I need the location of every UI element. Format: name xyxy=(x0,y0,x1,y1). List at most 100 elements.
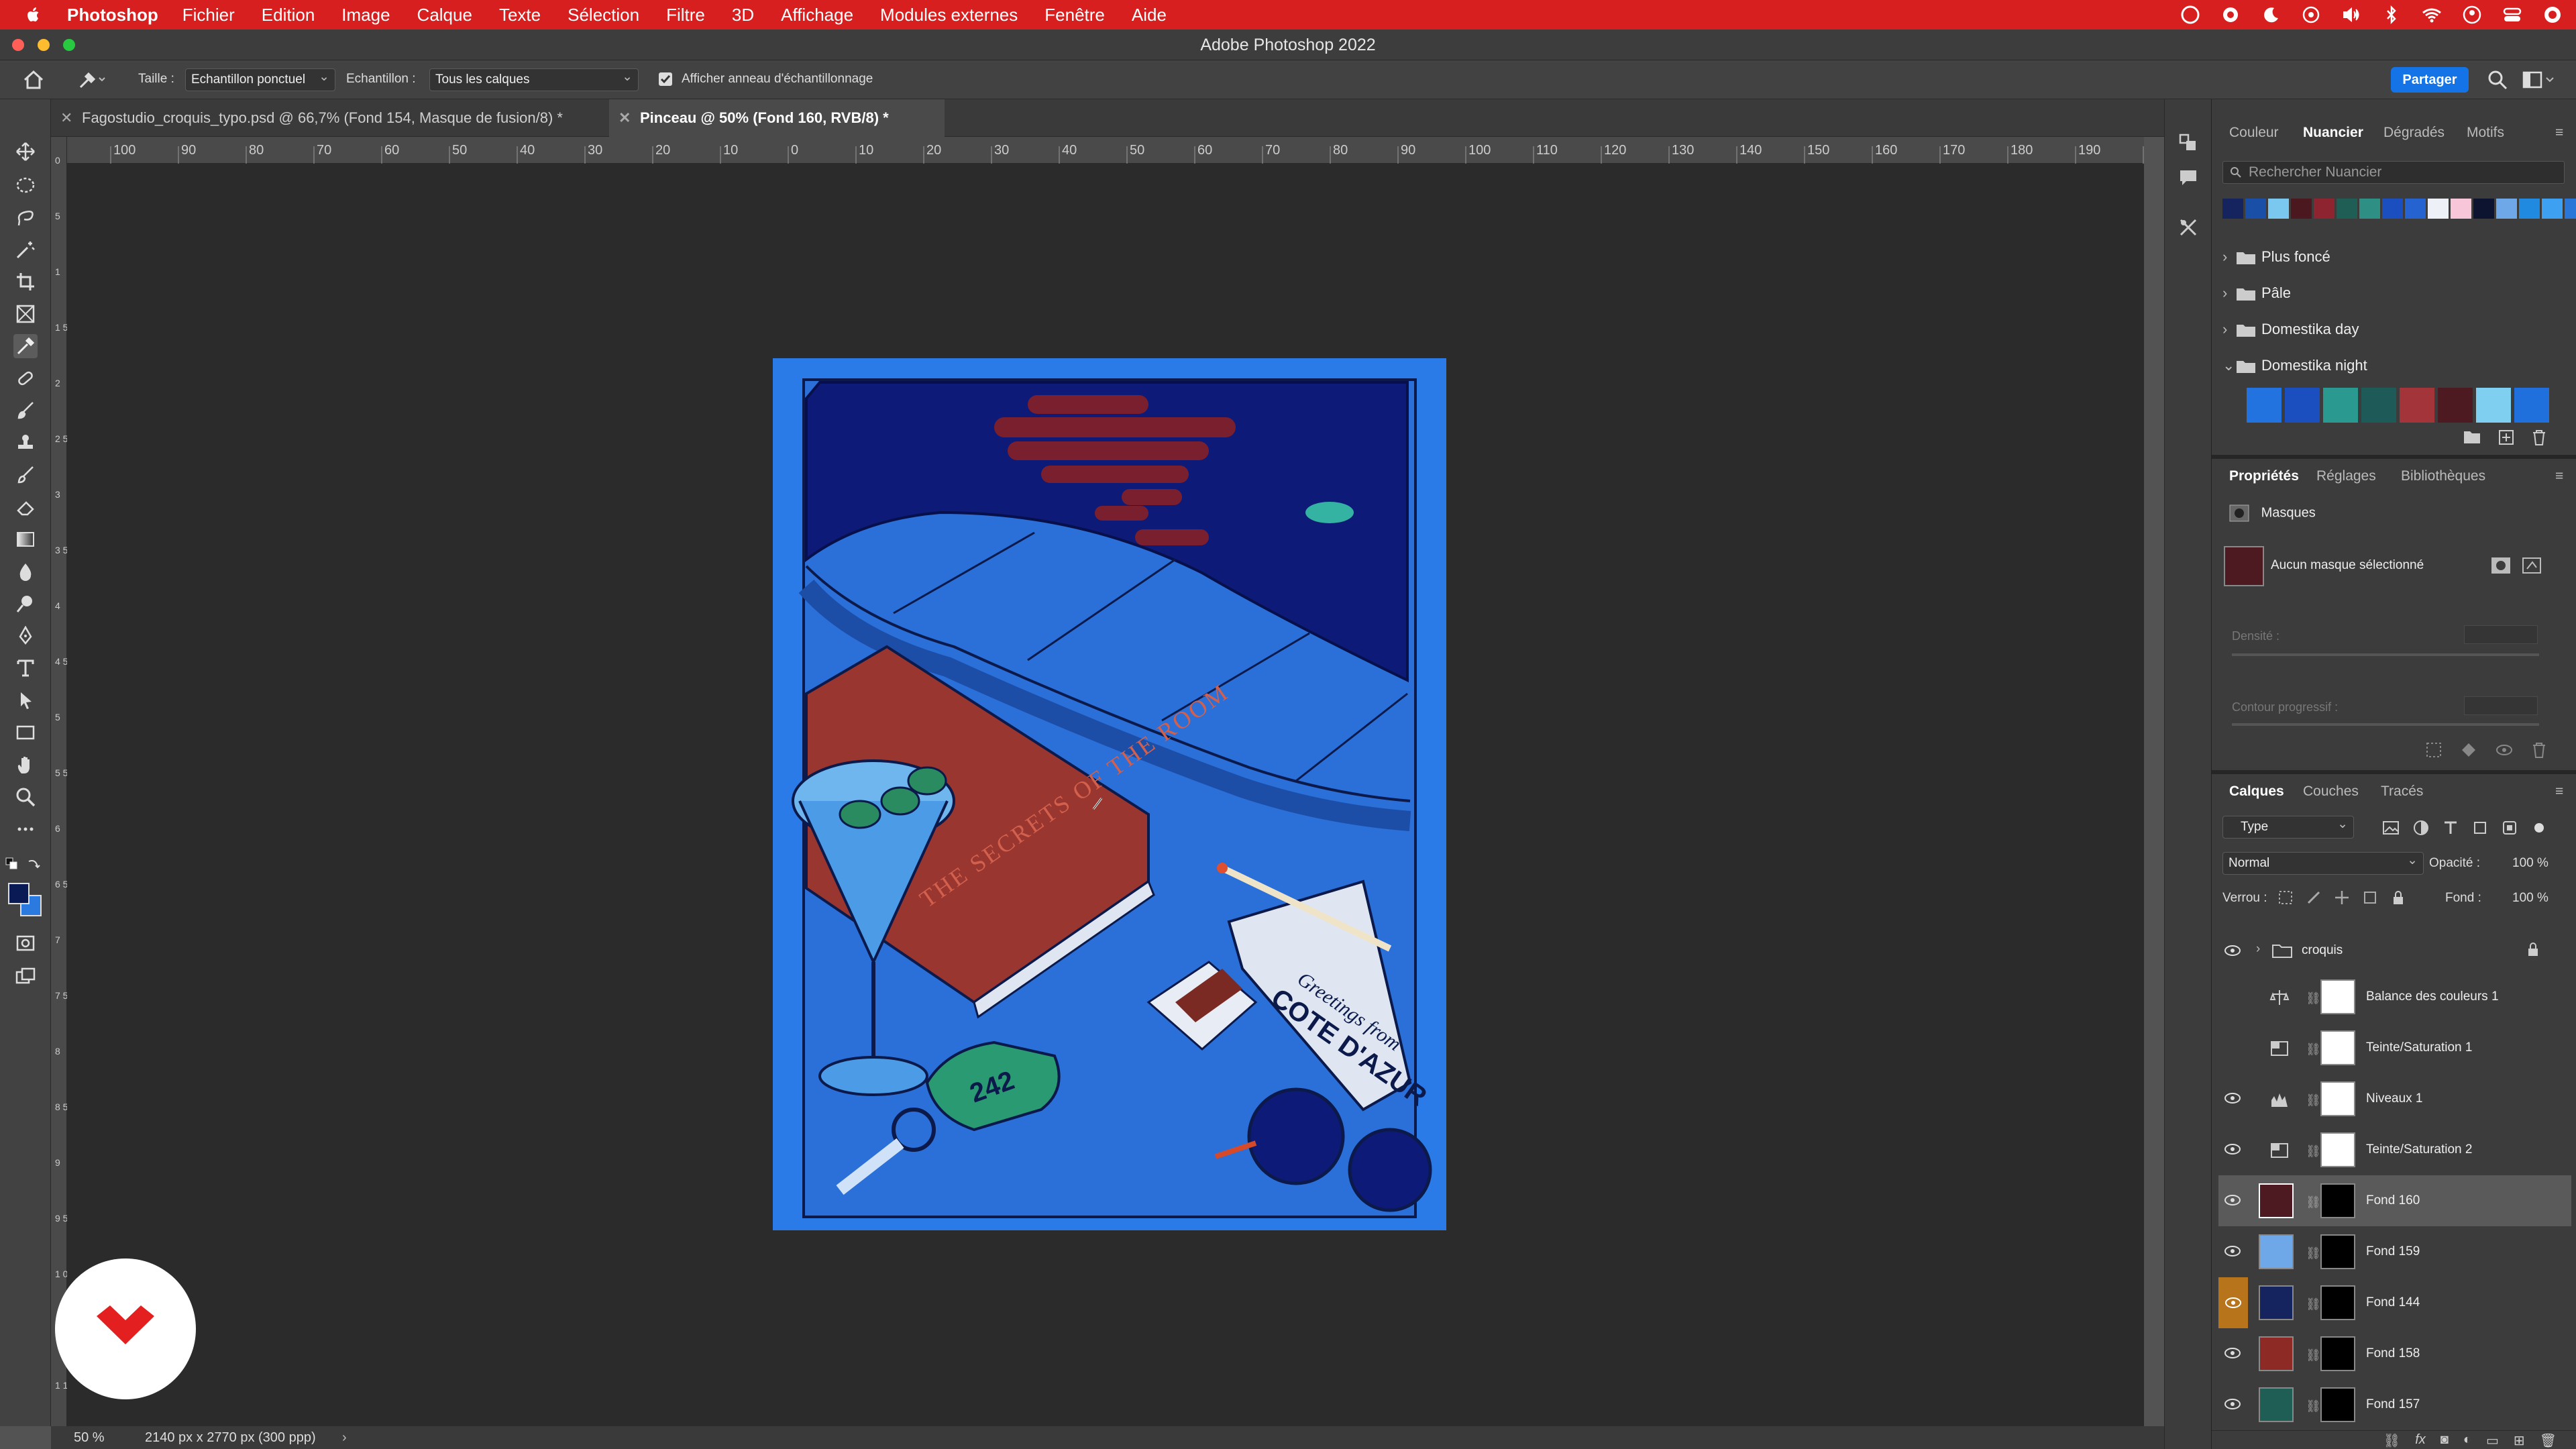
layer-mask-thumbnail[interactable] xyxy=(2320,1183,2355,1218)
eraser-tool-icon[interactable] xyxy=(13,495,38,519)
layer-row-fond-160[interactable]: ⛓ Fond 160 xyxy=(2218,1175,2571,1226)
comments-panel-icon[interactable] xyxy=(2178,168,2198,188)
layer-row-niveaux[interactable]: ⛓ Niveaux 1 xyxy=(2218,1073,2571,1124)
add-mask-icon[interactable]: ◙ xyxy=(2440,1432,2449,1449)
chain-icon[interactable]: ⛓ xyxy=(2306,1042,2321,1057)
swatch[interactable] xyxy=(2405,199,2426,219)
chain-icon[interactable]: ⛓ xyxy=(2306,1399,2321,1413)
lock-position-icon[interactable] xyxy=(2334,890,2351,906)
layer-thumbnail[interactable] xyxy=(2259,1387,2294,1422)
tab-couches[interactable]: Couches xyxy=(2303,774,2359,809)
density-slider[interactable] xyxy=(2232,653,2539,656)
crop-tool-icon[interactable] xyxy=(13,270,38,294)
swatch-search-input[interactable]: Rechercher Nuancier xyxy=(2222,161,2565,184)
healing-brush-tool-icon[interactable] xyxy=(13,366,38,390)
pen-tool-icon[interactable] xyxy=(13,624,38,648)
zoom-level[interactable]: 50 % xyxy=(74,1426,105,1449)
tab-reglages[interactable]: Réglages xyxy=(2316,459,2376,494)
menu-selection[interactable]: Sélection xyxy=(568,5,639,25)
feather-input[interactable] xyxy=(2464,696,2538,715)
menu-modules-externes[interactable]: Modules externes xyxy=(880,5,1018,25)
eyedropper-tool-icon[interactable] xyxy=(13,334,38,358)
brush-tool-icon[interactable] xyxy=(13,398,38,423)
layer-mask-thumbnail[interactable] xyxy=(2320,1234,2355,1269)
chain-icon[interactable]: ⛓ xyxy=(2306,1144,2321,1159)
swatch[interactable] xyxy=(2428,199,2449,219)
layer-mask-thumbnail[interactable] xyxy=(2320,1081,2355,1116)
recent-swatches[interactable] xyxy=(2222,199,2576,219)
horizontal-ruler[interactable]: 100 90 80 70 60 50 40 30 20 10 0 10 20 30 40 50 60 70 80 90… xyxy=(67,137,2144,164)
screen-mode-icon[interactable] xyxy=(13,965,38,989)
tab-bibliotheques[interactable]: Bibliothèques xyxy=(2401,459,2485,494)
workspace-icon[interactable] xyxy=(2522,71,2556,89)
quick-mask-icon[interactable] xyxy=(13,931,38,955)
search-icon[interactable] xyxy=(2487,70,2508,90)
layer-row-teinte-2[interactable]: ⛓ Teinte/Saturation 2 xyxy=(2218,1124,2571,1175)
chain-icon[interactable]: ⛓ xyxy=(2306,1195,2321,1210)
layer-mask-thumbnail[interactable] xyxy=(2320,1336,2355,1371)
panel-menu-icon[interactable]: ≡ xyxy=(2555,774,2563,809)
tab-calques[interactable]: Calques xyxy=(2229,774,2284,809)
sample-dropdown[interactable]: Tous les calques xyxy=(429,66,639,91)
share-button[interactable]: Partager xyxy=(2391,67,2469,93)
visibility-eye-icon[interactable] xyxy=(2224,1140,2241,1158)
filter-toggle-icon[interactable] xyxy=(2531,820,2547,836)
new-group-icon[interactable] xyxy=(2463,429,2481,444)
user-icon[interactable] xyxy=(2462,5,2482,25)
swatch[interactable] xyxy=(2382,199,2403,219)
mask-visibility-icon[interactable] xyxy=(2496,742,2513,758)
chain-icon[interactable]: ⛓ xyxy=(2306,1093,2321,1108)
new-group-icon[interactable]: ▭ xyxy=(2486,1432,2499,1449)
ring-checkbox[interactable] xyxy=(659,72,672,86)
zoom-tool-icon[interactable] xyxy=(13,785,38,809)
swatch[interactable] xyxy=(2451,199,2471,219)
layer-thumbnail[interactable] xyxy=(2259,1285,2294,1320)
swatch-group-plus-fonce[interactable]: › Plus foncé xyxy=(2222,240,2330,274)
new-layer-icon[interactable]: ⊞ xyxy=(2514,1432,2525,1449)
chain-icon[interactable]: ⛓ xyxy=(2306,1348,2321,1362)
move-tool-icon[interactable] xyxy=(13,140,38,164)
tab-traces[interactable]: Tracés xyxy=(2381,774,2423,809)
menu-app-name[interactable]: Photoshop xyxy=(67,5,158,25)
menu-3d[interactable]: 3D xyxy=(732,5,754,25)
zoom-window-button[interactable] xyxy=(63,39,75,51)
visibility-eye-icon[interactable] xyxy=(2218,1277,2248,1328)
swatch[interactable] xyxy=(2245,199,2266,219)
swatch[interactable] xyxy=(2268,199,2289,219)
swatch-group-domestika-night[interactable]: ⌄ Domestika night xyxy=(2222,349,2367,382)
close-window-button[interactable] xyxy=(12,39,24,51)
path-selection-tool-icon[interactable] xyxy=(13,688,38,712)
swatch[interactable] xyxy=(2473,199,2494,219)
layer-mask-thumbnail[interactable] xyxy=(2320,1387,2355,1422)
fill-value[interactable]: 100 % xyxy=(2512,891,2548,906)
night-shift-icon[interactable] xyxy=(2261,5,2281,25)
layer-row-fond-158[interactable]: ⛓ Fond 158 xyxy=(2218,1328,2571,1379)
swatch[interactable] xyxy=(2291,199,2312,219)
layer-thumbnail[interactable] xyxy=(2259,1183,2294,1218)
visibility-eye-icon[interactable] xyxy=(2224,1242,2241,1260)
minimize-window-button[interactable] xyxy=(38,39,50,51)
swatch[interactable] xyxy=(2222,199,2243,219)
swatch[interactable] xyxy=(2337,199,2357,219)
apply-mask-icon[interactable] xyxy=(2461,742,2477,758)
swatch[interactable] xyxy=(2476,388,2511,423)
layer-row-fond-144[interactable]: ⛓ Fond 144 xyxy=(2218,1277,2571,1328)
sync-icon[interactable] xyxy=(2220,5,2241,25)
chain-icon[interactable]: ⛓ xyxy=(2306,1246,2321,1260)
opacity-value[interactable]: 100 % xyxy=(2512,856,2548,871)
swatch[interactable] xyxy=(2314,199,2334,219)
menu-calque[interactable]: Calque xyxy=(417,5,472,25)
visibility-eye-icon[interactable] xyxy=(2224,1089,2241,1107)
magic-wand-tool-icon[interactable] xyxy=(13,237,38,262)
type-tool-icon[interactable] xyxy=(13,656,38,680)
vertical-ruler[interactable]: 0511 522 533 544 555 566 577 588 599 51 … xyxy=(51,137,67,1426)
filter-shape-icon[interactable] xyxy=(2472,820,2488,836)
more-tools-icon[interactable] xyxy=(13,817,38,841)
tab-degrades[interactable]: Dégradés xyxy=(2383,115,2445,150)
dodge-tool-icon[interactable] xyxy=(13,592,38,616)
layer-mask-thumbnail[interactable] xyxy=(2320,979,2355,1014)
visibility-eye-icon[interactable] xyxy=(2224,1191,2241,1209)
menu-texte[interactable]: Texte xyxy=(499,5,541,25)
default-colors-icon[interactable] xyxy=(5,857,19,871)
layer-mask-thumbnail[interactable] xyxy=(2320,1132,2355,1167)
